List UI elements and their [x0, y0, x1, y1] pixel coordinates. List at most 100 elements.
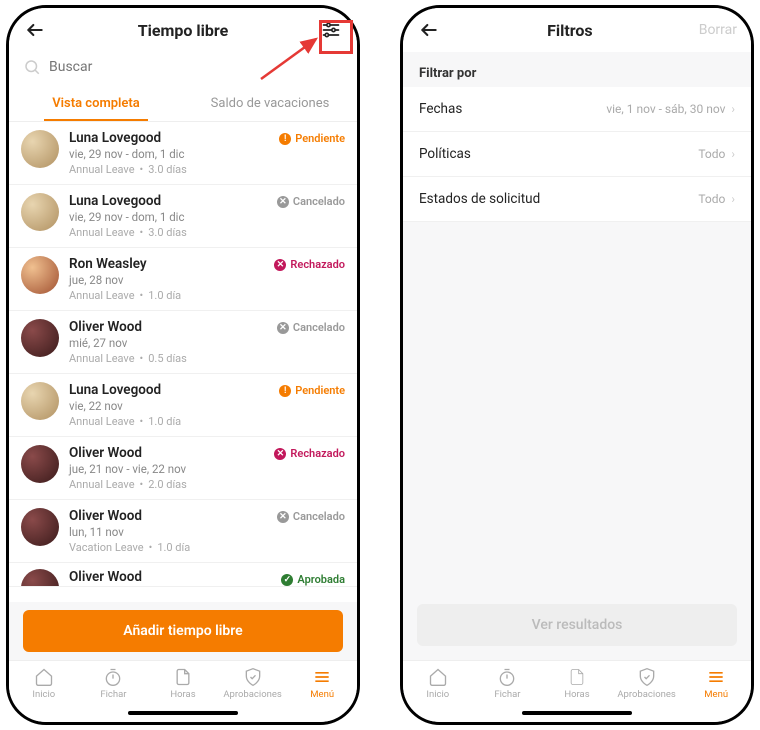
status-rejected-icon: ✕ [274, 448, 286, 460]
avatar [21, 319, 59, 357]
header: Filtros Borrar [403, 8, 751, 52]
filter-value: Todo › [698, 192, 735, 206]
request-meta: Annual Leave•3.0 días [69, 226, 345, 239]
avatar [21, 256, 59, 294]
home-icon [34, 667, 54, 687]
search-input[interactable] [49, 59, 343, 75]
search-icon [23, 58, 41, 76]
file-icon [567, 667, 587, 687]
home-indicator [403, 704, 751, 722]
filter-policies[interactable]: Políticas Todo › [403, 132, 751, 177]
stopwatch-icon [497, 667, 517, 687]
status-cancelled-icon: ✕ [277, 196, 289, 208]
filter-status[interactable]: Estados de solicitud Todo › [403, 177, 751, 222]
phone-filters: Filtros Borrar Filtrar por Fechas vie, 1… [400, 5, 754, 725]
stopwatch-icon [103, 667, 123, 687]
status-badge: !Pendiente [279, 384, 345, 397]
status-rejected-icon: ✕ [274, 259, 286, 271]
request-meta: Vacation Leave•1.0 día [69, 541, 345, 554]
request-dates: jue, 28 nov [69, 273, 345, 287]
bottom-nav: Inicio Fichar Horas Aprobaciones Menú [403, 660, 751, 704]
list-item[interactable]: Luna Lovegood vie, 22 nov Annual Leave•1… [9, 374, 357, 437]
header: Tiempo libre [9, 8, 357, 52]
back-button[interactable] [417, 18, 441, 42]
nav-menu[interactable]: Menú [287, 667, 357, 700]
avatar [21, 193, 59, 231]
avatar [21, 508, 59, 546]
status-badge: ✕Cancelado [277, 321, 345, 334]
request-dates: vie, 29 nov - dom, 1 dic [69, 147, 345, 161]
nav-hours[interactable]: Horas [542, 667, 612, 700]
nav-approvals[interactable]: Aprobaciones [612, 667, 682, 700]
status-approved-icon: ✓ [281, 574, 293, 586]
shield-icon [243, 667, 263, 687]
request-dates: lun, 11 nov [69, 525, 345, 539]
list-item[interactable]: Oliver Wood ✓Aprobada [9, 563, 357, 587]
menu-icon [312, 667, 332, 687]
request-meta: Annual Leave•0.5 días [69, 352, 345, 365]
request-meta: Annual Leave•2.0 días [69, 478, 345, 491]
list-item[interactable]: Oliver Wood mié, 27 nov Annual Leave•0.5… [9, 311, 357, 374]
tab-full-view[interactable]: Vista completa [9, 86, 183, 121]
chevron-right-icon: › [731, 102, 735, 116]
nav-clock-in[interactable]: Fichar [473, 667, 543, 700]
filter-value: vie, 1 nov - sáb, 30 nov › [606, 102, 735, 116]
phone-time-off: Tiempo libre Vista completa Saldo de vac… [6, 5, 360, 725]
list-item[interactable]: Oliver Wood jue, 21 nov - vie, 22 nov An… [9, 437, 357, 500]
chevron-right-icon: › [731, 192, 735, 206]
nav-menu[interactable]: Menú [681, 667, 751, 700]
list-item[interactable]: Luna Lovegood vie, 29 nov - dom, 1 dic A… [9, 122, 357, 185]
avatar [21, 382, 59, 420]
request-list[interactable]: Luna Lovegood vie, 29 nov - dom, 1 dic A… [9, 122, 357, 602]
request-dates: vie, 29 nov - dom, 1 dic [69, 210, 345, 224]
status-badge: ✓Aprobada [281, 573, 345, 586]
nav-hours[interactable]: Horas [148, 667, 218, 700]
filter-value: Todo › [698, 147, 735, 161]
shield-icon [637, 667, 657, 687]
filter-label: Estados de solicitud [419, 191, 540, 207]
filter-label: Fechas [419, 101, 462, 117]
status-badge: ✕Rechazado [274, 447, 345, 460]
home-indicator [9, 704, 357, 722]
avatar [21, 569, 59, 587]
filter-section-title: Filtrar por [403, 52, 751, 87]
file-icon [173, 667, 193, 687]
back-button[interactable] [23, 18, 47, 42]
list-item[interactable]: Luna Lovegood vie, 29 nov - dom, 1 dic A… [9, 185, 357, 248]
add-time-off-button[interactable]: Añadir tiempo libre [23, 610, 343, 652]
status-cancelled-icon: ✕ [277, 511, 289, 523]
status-cancelled-icon: ✕ [277, 322, 289, 334]
request-meta: Annual Leave•1.0 día [69, 415, 345, 428]
status-badge: !Pendiente [279, 132, 345, 145]
filter-button[interactable] [319, 18, 343, 42]
status-badge: ✕Cancelado [277, 510, 345, 523]
view-results-button[interactable]: Ver resultados [417, 604, 737, 646]
filter-dates[interactable]: Fechas vie, 1 nov - sáb, 30 nov › [403, 87, 751, 132]
bottom-nav: Inicio Fichar Horas Aprobaciones Menú [9, 660, 357, 704]
list-item[interactable]: Oliver Wood lun, 11 nov Vacation Leave•1… [9, 500, 357, 563]
request-meta: Annual Leave•1.0 día [69, 289, 345, 302]
status-badge: ✕Rechazado [274, 258, 345, 271]
nav-clock-in[interactable]: Fichar [79, 667, 149, 700]
clear-button[interactable]: Borrar [699, 22, 737, 38]
arrow-left-icon [25, 20, 45, 40]
tab-vacation-balance[interactable]: Saldo de vacaciones [183, 86, 357, 121]
filter-label: Políticas [419, 146, 471, 162]
sliders-icon [321, 20, 341, 40]
nav-home[interactable]: Inicio [9, 667, 79, 700]
search-bar[interactable] [9, 52, 357, 86]
home-icon [428, 667, 448, 687]
arrow-left-icon [419, 20, 439, 40]
request-meta: Annual Leave•3.0 días [69, 163, 345, 176]
nav-home[interactable]: Inicio [403, 667, 473, 700]
request-dates: vie, 22 nov [69, 399, 345, 413]
request-dates: mié, 27 nov [69, 336, 345, 350]
tabs: Vista completa Saldo de vacaciones [9, 86, 357, 122]
avatar [21, 130, 59, 168]
page-title: Filtros [441, 21, 699, 40]
list-item[interactable]: Ron Weasley jue, 28 nov Annual Leave•1.0… [9, 248, 357, 311]
nav-approvals[interactable]: Aprobaciones [218, 667, 288, 700]
avatar [21, 445, 59, 483]
page-title: Tiempo libre [47, 21, 319, 40]
status-badge: ✕Cancelado [277, 195, 345, 208]
